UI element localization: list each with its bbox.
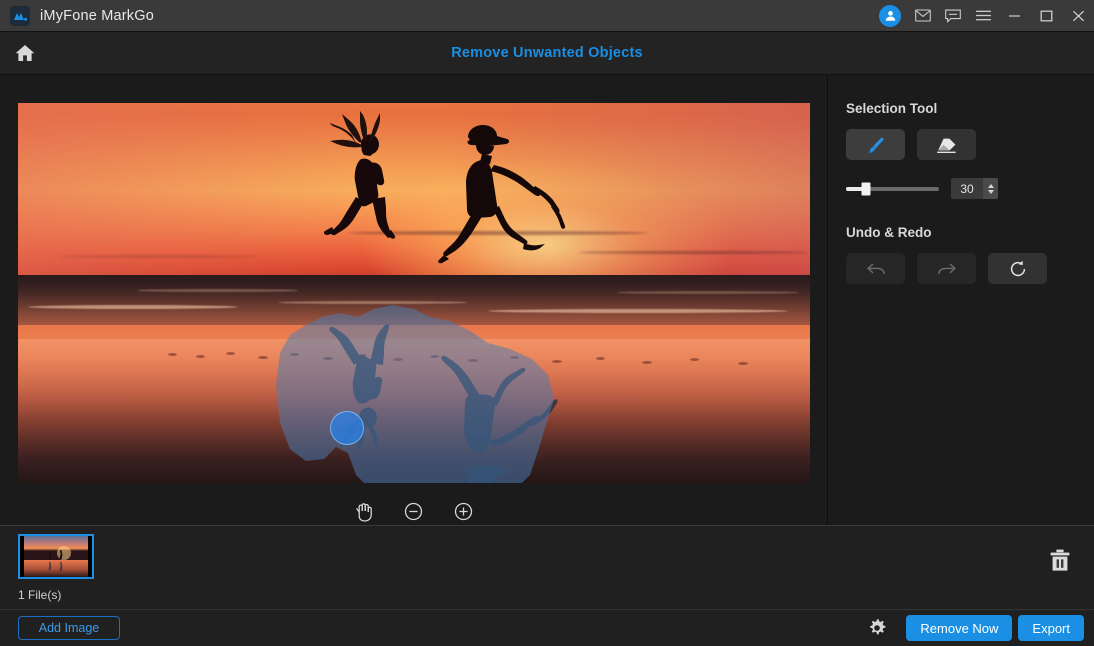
export-button[interactable]: Export <box>1018 615 1084 641</box>
minimize-icon[interactable] <box>998 0 1030 32</box>
wave-crest <box>488 309 788 313</box>
hand-icon[interactable] <box>350 497 378 525</box>
markgo-logo-icon <box>10 6 30 26</box>
footprint <box>168 353 177 356</box>
redo-arrow-icon <box>936 260 958 278</box>
footprint <box>642 361 652 364</box>
canvas-tool-bar <box>350 497 478 525</box>
wave-crest <box>138 289 298 292</box>
brush-size-control: 30 <box>846 178 1094 199</box>
brush-size-slider[interactable] <box>846 187 939 191</box>
cloud-streak <box>578 251 808 254</box>
brush-cursor <box>330 411 364 445</box>
minus-circle-icon[interactable] <box>400 497 428 525</box>
footprint <box>226 352 235 355</box>
page-title: Remove Unwanted Objects <box>0 45 1094 61</box>
eraser-icon <box>935 135 958 155</box>
app-title: iMyFone MarkGo <box>40 8 154 24</box>
photo-sunset-beach <box>18 103 810 483</box>
hamburger-menu-icon[interactable] <box>968 0 998 32</box>
reset-refresh-icon <box>1008 259 1028 279</box>
footer-bar: Add Image Remove Now Export <box>0 610 1094 646</box>
file-count-label: 1 File(s) <box>18 588 1094 602</box>
footprint <box>738 362 748 365</box>
thumbnail-item[interactable] <box>18 534 94 579</box>
gear-icon[interactable] <box>866 617 888 639</box>
footprint <box>258 356 268 359</box>
stepper-up-icon[interactable] <box>988 184 994 188</box>
home-icon[interactable] <box>12 40 38 66</box>
silhouette-person-one <box>318 111 426 239</box>
add-image-button[interactable]: Add Image <box>18 616 120 640</box>
undo-redo-heading: Undo & Redo <box>846 225 1094 240</box>
close-icon[interactable] <box>1062 0 1094 32</box>
brush-icon <box>865 134 887 156</box>
side-panel: Selection Tool <box>828 75 1094 525</box>
maximize-icon[interactable] <box>1030 0 1062 32</box>
chat-feedback-icon[interactable] <box>938 0 968 32</box>
undo-button[interactable] <box>846 253 905 284</box>
trash-icon[interactable] <box>1047 546 1073 574</box>
selection-tool-heading: Selection Tool <box>846 101 1094 116</box>
filmstrip: 1 File(s) <box>0 526 1094 610</box>
cloud-streak <box>58 255 258 258</box>
footprint <box>290 353 299 356</box>
selection-tool-buttons <box>846 129 1094 160</box>
remove-now-button[interactable]: Remove Now <box>906 615 1012 641</box>
wave-crest <box>278 301 468 304</box>
canvas-column <box>0 75 828 525</box>
window-controls <box>879 0 1094 32</box>
stepper-arrows[interactable] <box>983 178 998 199</box>
slider-knob[interactable] <box>862 182 871 195</box>
page-header: Remove Unwanted Objects <box>0 32 1094 75</box>
wave-crest <box>28 305 238 309</box>
mail-icon[interactable] <box>908 0 938 32</box>
wave-crest <box>618 291 798 294</box>
brush-size-stepper[interactable]: 30 <box>951 178 998 199</box>
brush-tool-button[interactable] <box>846 129 905 160</box>
footprint <box>596 357 605 360</box>
redo-button[interactable] <box>917 253 976 284</box>
plus-circle-icon[interactable] <box>450 497 478 525</box>
title-bar: iMyFone MarkGo <box>0 0 1094 32</box>
reset-button[interactable] <box>988 253 1047 284</box>
thumbnail-image <box>20 536 92 577</box>
eraser-tool-button[interactable] <box>917 129 976 160</box>
application-window: iMyFone MarkGo <box>0 0 1094 646</box>
reflection-person-two <box>436 325 586 483</box>
brush-size-value[interactable]: 30 <box>951 178 983 199</box>
undo-arrow-icon <box>865 260 887 278</box>
user-avatar-icon[interactable] <box>879 5 901 27</box>
footprint <box>690 358 699 361</box>
silhouette-person-two <box>438 115 586 273</box>
footprint <box>196 355 205 358</box>
image-canvas[interactable] <box>18 103 810 483</box>
main-body: Selection Tool <box>0 75 1094 526</box>
stepper-down-icon[interactable] <box>988 190 994 194</box>
undo-redo-buttons <box>846 253 1094 284</box>
